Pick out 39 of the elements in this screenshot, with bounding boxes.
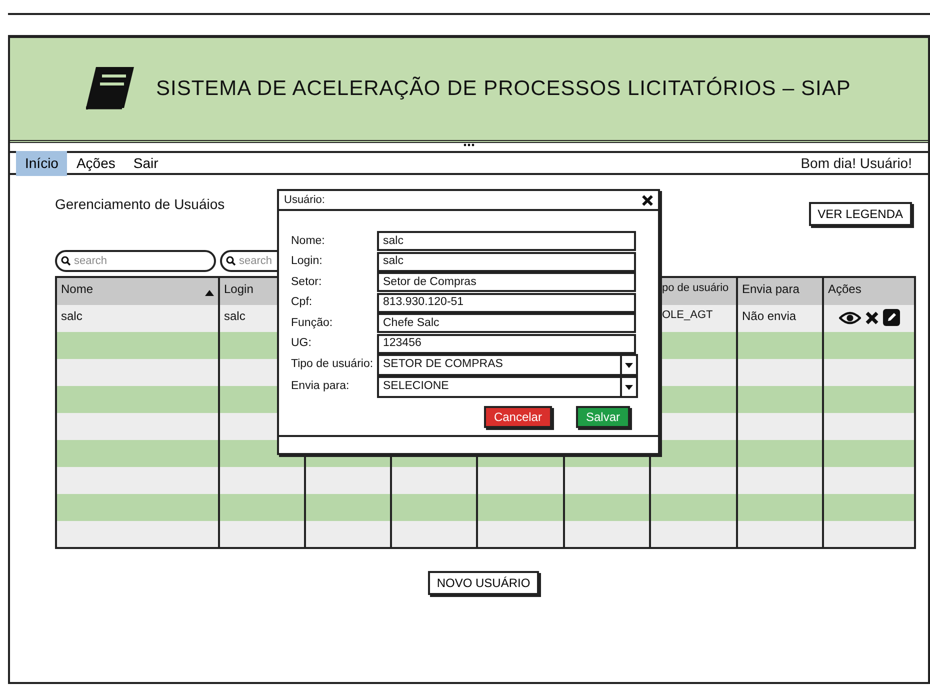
search-field[interactable]: search: [55, 250, 216, 272]
field-label: Envia para:: [291, 379, 350, 394]
text-field[interactable]: Chefe Salc: [377, 313, 636, 334]
table-cell: salc: [56, 305, 219, 332]
dropdown-field[interactable]: SETOR DE COMPRAS: [377, 354, 638, 376]
table-header[interactable]: Ações: [823, 277, 915, 305]
text-field[interactable]: 813.930.120-51: [377, 292, 636, 313]
grip-icon: [463, 143, 475, 147]
legend-button[interactable]: VER LEGENDA: [808, 202, 912, 226]
field-label: Login:: [291, 254, 324, 270]
text-field[interactable]: salc: [377, 231, 636, 252]
table-cell: Não envia: [737, 305, 823, 332]
menu-item[interactable]: Ações: [67, 150, 124, 176]
page-title: Gerenciamento de Usuáios: [55, 195, 225, 214]
search-icon: [226, 256, 236, 266]
search-icon: [61, 256, 71, 266]
pencil-icon[interactable]: [882, 309, 900, 326]
new-user-button[interactable]: NOVO USUÁRIO: [428, 571, 540, 595]
menu-item[interactable]: Sair: [124, 150, 168, 176]
text-field[interactable]: 123456: [377, 334, 636, 354]
eye-icon[interactable]: [838, 310, 860, 324]
field-label: UG:: [291, 336, 312, 352]
dialog-title: Usuário:: [284, 192, 325, 208]
table-header[interactable]: Nome: [56, 277, 219, 305]
field-label: Nome:: [291, 234, 326, 249]
dropdown-arrow-icon: [625, 362, 633, 368]
menu-item[interactable]: Início: [16, 150, 68, 176]
dropdown-arrow-icon: [625, 384, 633, 390]
dropdown-field[interactable]: SELECIONE: [377, 376, 638, 398]
close-icon[interactable]: [642, 194, 653, 206]
text-field[interactable]: salc: [377, 252, 636, 272]
app-title: SISTEMA DE ACELERAÇÃO DE PROCESSOS LICITATÓRIOS – SIAP: [156, 76, 851, 102]
field-label: Tipo de usuário:: [291, 357, 374, 372]
greeting: Bom dia! Usuário!: [800, 154, 912, 172]
table-header[interactable]: Envia para: [737, 277, 823, 305]
delete-icon[interactable]: [864, 310, 878, 324]
cancel-button[interactable]: Cancelar: [484, 406, 552, 428]
text-field[interactable]: Setor de Compras: [377, 272, 636, 292]
save-button[interactable]: Salvar: [576, 406, 630, 428]
